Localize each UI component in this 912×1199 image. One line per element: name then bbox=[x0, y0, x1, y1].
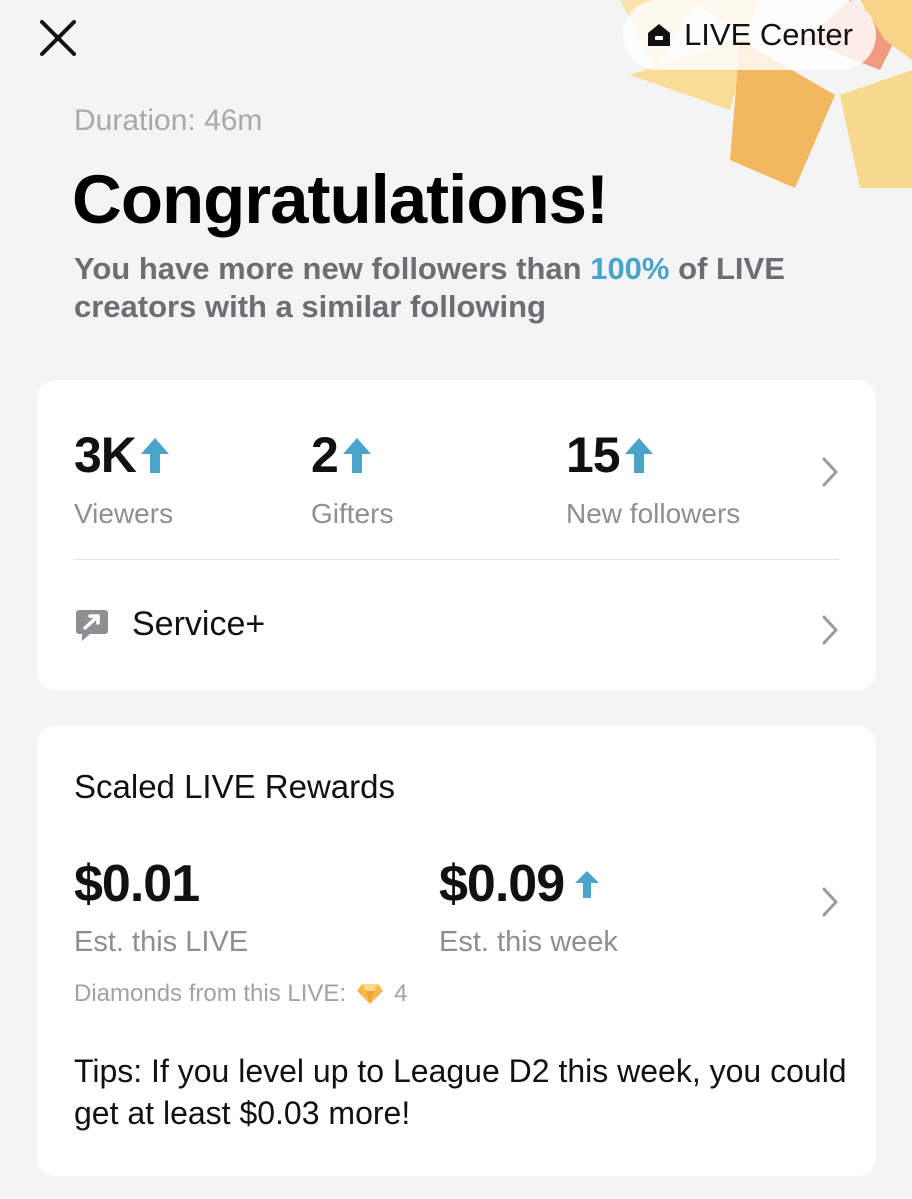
reward-this-live: $0.01 Est. this LIVE bbox=[74, 854, 248, 959]
diamonds-count: 4 bbox=[394, 980, 408, 1007]
service-chevron-right-icon[interactable] bbox=[820, 614, 840, 646]
trend-up-icon bbox=[342, 438, 371, 473]
reward-label: Est. this week bbox=[439, 926, 618, 958]
reward-value: $0.01 bbox=[74, 855, 200, 913]
service-label: Service+ bbox=[132, 605, 266, 643]
stat-label: New followers bbox=[566, 498, 741, 529]
live-center-button[interactable]: LIVE Center bbox=[623, 0, 876, 70]
reward-label: Est. this LIVE bbox=[74, 926, 249, 958]
subtitle-highlight: 100% bbox=[590, 251, 670, 286]
diamonds-label: Diamonds from this LIVE: bbox=[74, 980, 347, 1007]
service-chat-icon bbox=[76, 609, 108, 641]
stat-value: 3K bbox=[74, 427, 137, 483]
stat-new-followers: 15 New followers bbox=[566, 426, 740, 530]
stats-chevron-right-icon[interactable] bbox=[820, 456, 840, 488]
stat-value: 2 bbox=[311, 427, 339, 483]
live-center-label: LIVE Center bbox=[684, 17, 853, 52]
followers-comparison-text: You have more new followers than 100% of… bbox=[74, 250, 854, 326]
diamonds-row: Diamonds from this LIVE: 4 bbox=[74, 980, 407, 1008]
stat-gifters: 2 Gifters bbox=[311, 426, 393, 530]
duration-text: Duration: 46m bbox=[74, 104, 263, 137]
trend-up-icon bbox=[624, 438, 653, 473]
subtitle-before: You have more new followers than bbox=[74, 251, 591, 286]
close-icon bbox=[40, 20, 76, 56]
trend-up-icon bbox=[575, 871, 600, 898]
reward-value: $0.09 bbox=[439, 855, 565, 913]
stat-viewers: 3K Viewers bbox=[74, 426, 173, 530]
divider bbox=[74, 559, 839, 560]
trend-up-icon bbox=[140, 438, 169, 473]
stat-value: 15 bbox=[566, 427, 621, 483]
page-title: Congratulations! bbox=[72, 161, 609, 238]
rewards-title: Scaled LIVE Rewards bbox=[74, 768, 395, 805]
reward-this-week: $0.09 Est. this week bbox=[439, 854, 618, 959]
service-plus-row[interactable]: Service+ bbox=[74, 605, 265, 644]
stat-label: Gifters bbox=[311, 498, 394, 529]
rewards-chevron-right-icon[interactable] bbox=[820, 886, 840, 918]
diamond-icon bbox=[357, 984, 384, 1004]
home-icon bbox=[648, 24, 671, 46]
close-button[interactable] bbox=[36, 16, 80, 60]
stat-label: Viewers bbox=[74, 498, 174, 529]
tips-text: Tips: If you level up to League D2 this … bbox=[74, 1053, 847, 1131]
